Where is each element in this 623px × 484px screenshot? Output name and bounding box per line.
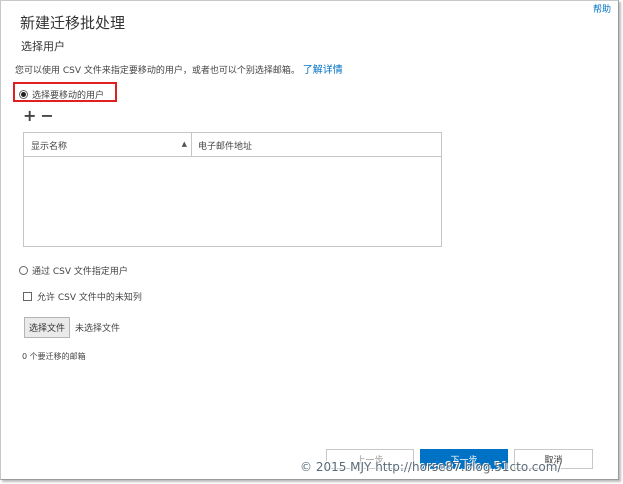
radio-button-checked[interactable] — [19, 90, 28, 99]
description-text: 您可以使用 CSV 文件来指定要移动的用户，或者也可以个别选择邮箱。 — [15, 66, 300, 76]
allow-unknown-columns-checkbox[interactable] — [23, 292, 32, 301]
table-header: 显示名称 ▲ 电子邮件地址 — [24, 133, 441, 157]
learn-more-link[interactable]: 了解详情 — [303, 65, 343, 76]
add-icon[interactable]: + — [23, 106, 40, 125]
help-link[interactable]: 帮助 — [593, 2, 611, 15]
radio-csv-users[interactable]: 通过 CSV 文件指定用户 — [19, 264, 128, 277]
users-table: 显示名称 ▲ 电子邮件地址 — [23, 132, 442, 247]
file-status: 未选择文件 — [75, 324, 121, 334]
allow-unknown-columns-label: 允许 CSV 文件中的未知列 — [37, 293, 142, 303]
grid-toolbar: +− — [23, 106, 58, 125]
allow-unknown-columns-option[interactable]: 允许 CSV 文件中的未知列 — [23, 290, 142, 303]
page-title: 新建迁移批处理 — [20, 14, 126, 32]
column-header-email[interactable]: 电子邮件地址 — [192, 133, 441, 156]
sort-ascending-icon: ▲ — [181, 140, 187, 148]
radio-select-users-label: 选择要移动的用户 — [32, 91, 105, 101]
choose-file-button[interactable]: 选择文件 — [24, 317, 71, 338]
file-picker: 选择文件 未选择文件 — [24, 317, 120, 338]
radio-select-users[interactable]: 选择要移动的用户 — [19, 88, 104, 101]
mailbox-count: 0 个要迁移的邮箱 — [22, 352, 86, 361]
radio-csv-users-label: 通过 CSV 文件指定用户 — [32, 267, 128, 277]
remove-icon[interactable]: − — [40, 106, 57, 125]
description: 您可以使用 CSV 文件来指定要移动的用户，或者也可以个别选择邮箱。 了解详情 — [15, 61, 343, 76]
watermark: © 2015 MJY http://horse87.blog.51cto.com… — [300, 460, 562, 474]
page-subtitle: 选择用户 — [21, 40, 65, 53]
radio-button-unchecked[interactable] — [19, 266, 28, 275]
column-header-display-name[interactable]: 显示名称 ▲ — [24, 133, 192, 156]
